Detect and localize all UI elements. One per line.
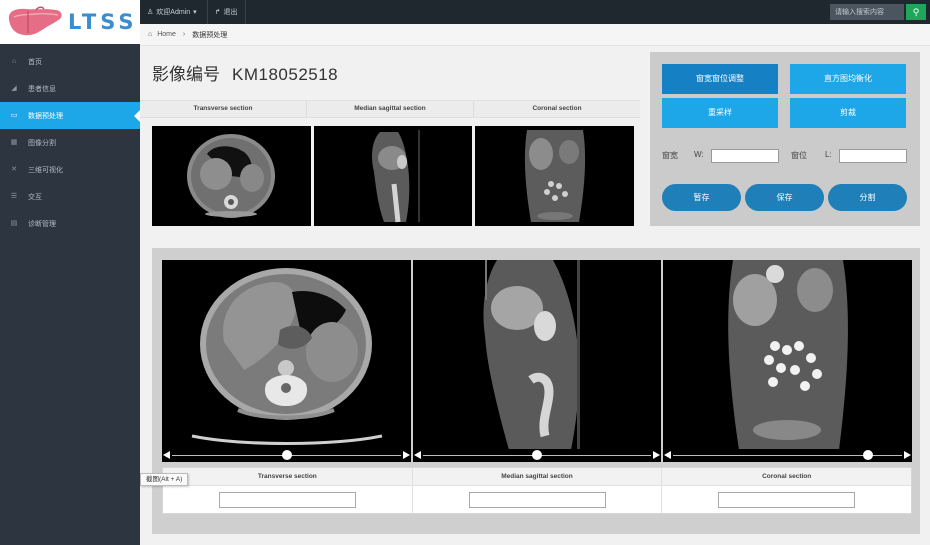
viewer-sagittal-image[interactable] xyxy=(412,260,662,460)
sidebar: LTSS ⌂ 首页 ◢ 患者信息 ▭ 数据预处理 ▦ 图像分割 ✕ 三维可视化 … xyxy=(0,0,140,545)
resample-button[interactable]: 重采样 xyxy=(662,98,778,128)
caret-down-icon: ▾ xyxy=(193,9,197,16)
monitor-icon: ▭ xyxy=(10,111,18,119)
screenshot-tooltip: 截图(Alt + A) xyxy=(140,473,189,486)
logo-text: LTSS xyxy=(68,10,138,34)
sidebar-item-image-segmentation[interactable]: ▦ 图像分割 xyxy=(0,129,140,156)
slider-right-arrow-icon[interactable] xyxy=(653,451,661,459)
histogram-equalization-button[interactable]: 直方图均衡化 xyxy=(790,64,906,94)
window-width-input[interactable] xyxy=(711,149,779,163)
slider-right-arrow-icon[interactable] xyxy=(402,451,410,459)
preview-images xyxy=(152,126,635,226)
viewer-sliders xyxy=(162,449,913,462)
preview-header-transverse: Transverse section xyxy=(140,101,307,117)
user-menu[interactable]: ♙ 欢迎Admin ▾ xyxy=(140,0,208,24)
temp-save-button[interactable]: 暂存 xyxy=(662,184,741,211)
grid-icon: ▦ xyxy=(10,138,18,146)
sidebar-item-label: 数据预处理 xyxy=(28,112,63,120)
home-icon: ⌂ xyxy=(11,57,17,65)
window-width-label: 窗宽 xyxy=(662,151,678,160)
slider-left-arrow-icon[interactable] xyxy=(413,451,421,459)
main-content: 影像编号 KM18052518 Transverse section Median… xyxy=(140,46,930,545)
sidebar-item-interaction[interactable]: ☰ 交互 xyxy=(0,183,140,210)
transverse-header: Transverse section xyxy=(163,468,412,486)
segment-button[interactable]: 分割 xyxy=(828,184,907,211)
window-level-label: 窗位 xyxy=(791,151,807,160)
sidebar-item-label: 三维可视化 xyxy=(28,166,63,174)
w-label: W: xyxy=(694,150,704,159)
slider-left-arrow-icon[interactable] xyxy=(163,451,170,459)
image-id-value: KM18052518 xyxy=(232,65,339,84)
sidebar-item-patient-info[interactable]: ◢ 患者信息 xyxy=(0,75,140,102)
slider-right-arrow-icon[interactable] xyxy=(904,451,912,459)
large-image-viewer: Transverse section Median sagittal secti… xyxy=(152,248,920,534)
magnifier-icon: ⚲ xyxy=(912,7,920,17)
coronal-slice-slider[interactable] xyxy=(663,449,913,462)
preview-header: Transverse section Median sagittal secti… xyxy=(140,100,640,118)
breadcrumb-home[interactable]: Home xyxy=(157,31,176,38)
preview-sagittal-image[interactable] xyxy=(313,126,473,226)
chart-icon: ◢ xyxy=(11,84,17,92)
transverse-column: Transverse section xyxy=(163,468,413,513)
breadcrumb-separator-icon: › xyxy=(182,31,186,38)
preview-header-sagittal: Median sagittal section xyxy=(307,101,474,117)
coronal-column: Coronal section xyxy=(662,468,912,513)
sidebar-item-home[interactable]: ⌂ 首页 xyxy=(0,48,140,75)
viewer-transverse-image[interactable] xyxy=(162,260,411,460)
coronal-input[interactable] xyxy=(718,492,856,508)
preview-transverse-image[interactable] xyxy=(152,126,311,226)
sidebar-item-label: 患者信息 xyxy=(28,85,56,93)
sidebar-item-label: 图像分割 xyxy=(28,139,56,147)
user-icon: ♙ xyxy=(147,9,154,16)
table-icon: ▤ xyxy=(10,219,18,227)
slider-left-arrow-icon[interactable] xyxy=(664,451,672,459)
coronal-header: Coronal section xyxy=(662,468,912,486)
sidebar-item-diagnosis[interactable]: ▤ 诊断管理 xyxy=(0,210,140,237)
viewer-images xyxy=(162,260,913,460)
processing-control-panel: 窗宽窗位调整 直方图均衡化 重采样 剪裁 窗宽 W: 窗位 L: 暂存 保存 分… xyxy=(650,52,920,226)
sidebar-item-3d-visualization[interactable]: ✕ 三维可视化 xyxy=(0,156,140,183)
sagittal-input[interactable] xyxy=(468,492,606,508)
transverse-input[interactable] xyxy=(218,492,356,508)
share-icon: ↱ xyxy=(214,9,221,16)
slider-knob[interactable] xyxy=(532,450,543,460)
preview-coronal-image[interactable] xyxy=(475,126,635,226)
image-id-label: 影像编号 xyxy=(152,65,220,84)
sidebar-item-label: 诊断管理 xyxy=(28,220,56,228)
welcome-text: 欢迎Admin xyxy=(156,9,191,16)
liver-logo-icon xyxy=(6,5,64,39)
top-bar: ♙ 欢迎Admin ▾ ↱ 退出 ⚲ xyxy=(140,0,930,24)
page-title: 影像编号 KM18052518 xyxy=(152,60,338,85)
expand-icon: ✕ xyxy=(11,165,17,173)
sagittal-slice-slider[interactable] xyxy=(412,449,662,462)
breadcrumb-current: 数据预处理 xyxy=(192,31,228,39)
home-small-icon: ⌂ xyxy=(148,31,153,38)
logo[interactable]: LTSS xyxy=(0,0,140,44)
preview-header-coronal: Coronal section xyxy=(532,105,582,112)
logout-text: 退出 xyxy=(223,9,238,16)
logout-link[interactable]: ↱ 退出 xyxy=(208,0,246,24)
search-input[interactable] xyxy=(830,4,904,20)
breadcrumb: ⌂ Home › 数据预处理 xyxy=(140,24,930,46)
sidebar-item-label: 交互 xyxy=(28,193,42,201)
window-level-adjust-button[interactable]: 窗宽窗位调整 xyxy=(662,64,778,94)
sidebar-item-label: 首页 xyxy=(28,58,42,66)
crop-button[interactable]: 剪裁 xyxy=(790,98,906,128)
transverse-slice-slider[interactable] xyxy=(162,449,411,462)
slider-knob[interactable] xyxy=(862,450,873,460)
search-button[interactable]: ⚲ xyxy=(906,4,926,20)
slider-knob[interactable] xyxy=(281,450,292,460)
window-level-input[interactable] xyxy=(839,149,907,163)
save-button[interactable]: 保存 xyxy=(745,184,824,211)
sagittal-column: Median sagittal section xyxy=(412,468,663,513)
sagittal-header: Median sagittal section xyxy=(412,468,662,486)
list-icon: ☰ xyxy=(10,192,18,200)
l-label: L: xyxy=(825,150,832,159)
sidebar-item-data-preprocessing[interactable]: ▭ 数据预处理 xyxy=(0,102,140,129)
viewer-coronal-image[interactable] xyxy=(663,260,913,460)
sidebar-nav: ⌂ 首页 ◢ 患者信息 ▭ 数据预处理 ▦ 图像分割 ✕ 三维可视化 ☰ 交互 … xyxy=(0,48,140,237)
section-input-table: Transverse section Median sagittal secti… xyxy=(162,467,912,514)
